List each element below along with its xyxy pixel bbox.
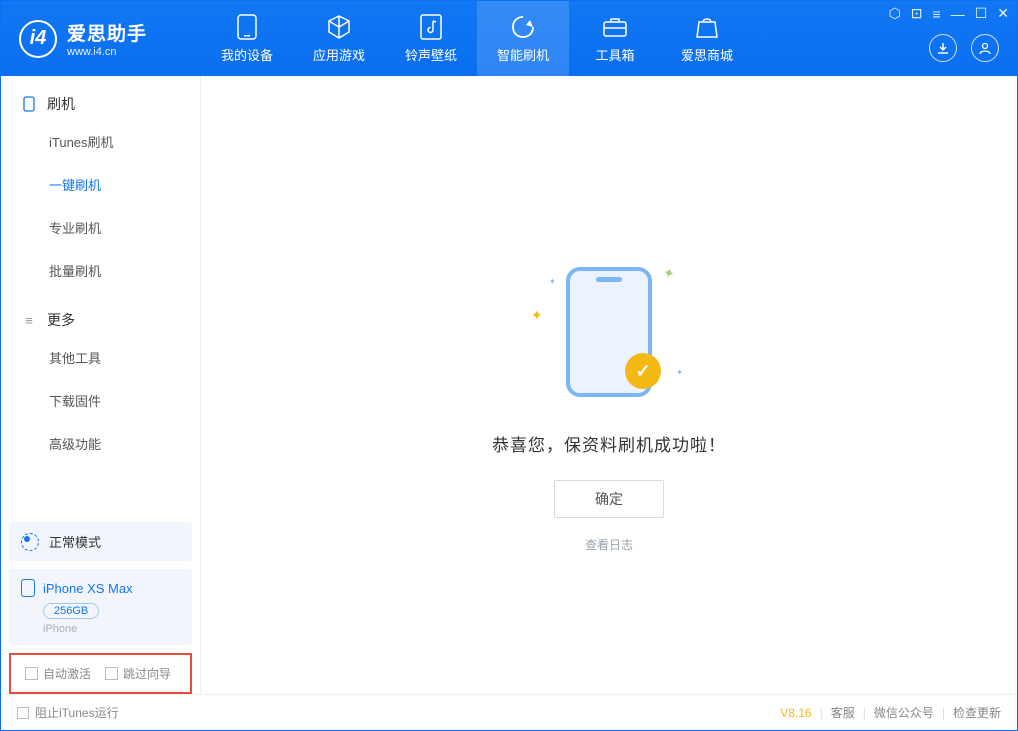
section-title: 更多 — [47, 310, 75, 330]
nav-label: 工具箱 — [595, 45, 634, 64]
lock-icon[interactable]: ⊡ — [911, 5, 923, 22]
device-name: iPhone XS Max — [43, 581, 133, 596]
sidebar-item-pro[interactable]: 专业刷机 — [1, 206, 200, 249]
spark-icon: ✦ — [531, 307, 543, 324]
footer: 阻止iTunes运行 V8.16 | 客服 | 微信公众号 | 检查更新 — [1, 694, 1017, 730]
toolbox-icon — [601, 13, 629, 41]
sidebar-section-more: ≡ 更多 其他工具 下载固件 高级功能 — [1, 292, 200, 465]
nav-my-device[interactable]: 我的设备 — [201, 1, 293, 76]
app-subtitle: www.i4.cn — [67, 46, 147, 58]
user-icon[interactable] — [971, 34, 999, 62]
close-icon[interactable]: ✕ — [997, 5, 1009, 22]
logo-icon: i4 — [19, 20, 57, 58]
maximize-icon[interactable]: ☐ — [975, 5, 988, 22]
footer-update-link[interactable]: 检查更新 — [953, 704, 1001, 721]
section-title: 刷机 — [47, 94, 75, 114]
spark-icon: ✦ — [676, 368, 683, 377]
nav-label: 我的设备 — [221, 45, 273, 64]
cube-icon — [325, 13, 353, 41]
mode-icon — [21, 533, 39, 551]
checkbox-icon — [25, 667, 38, 680]
nav-label: 应用游戏 — [313, 45, 365, 64]
sidebar-item-other[interactable]: 其他工具 — [1, 336, 200, 379]
minimize-icon[interactable]: — — [951, 6, 965, 22]
device-type: iPhone — [43, 623, 180, 635]
shirt-icon[interactable]: ⬡ — [889, 5, 901, 22]
menu-icon[interactable]: ≡ — [933, 6, 941, 22]
device-row[interactable]: iPhone XS Max 256GB iPhone — [9, 569, 192, 645]
download-icon[interactable] — [929, 34, 957, 62]
sidebar-section-flash: 刷机 iTunes刷机 一键刷机 专业刷机 批量刷机 — [1, 76, 200, 292]
nav-label: 铃声壁纸 — [405, 45, 457, 64]
checkbox-icon — [105, 667, 118, 680]
footer-right: V8.16 | 客服 | 微信公众号 | 检查更新 — [780, 704, 1001, 721]
separator: | — [820, 706, 823, 720]
nav-label: 爱思商城 — [681, 45, 733, 64]
nav-store[interactable]: 爱思商城 — [661, 1, 753, 76]
separator: | — [942, 706, 945, 720]
device-icon — [21, 579, 35, 597]
sidebar-item-advanced[interactable]: 高级功能 — [1, 422, 200, 465]
window-controls: ⬡ ⊡ ≡ — ☐ ✕ — [889, 5, 1009, 22]
check-auto-activate[interactable]: 自动激活 — [25, 665, 91, 682]
nav-label: 智能刷机 — [497, 45, 549, 64]
success-message: 恭喜您，保资料刷机成功啦！ — [492, 431, 726, 456]
header-right — [929, 34, 999, 62]
spark-icon: ✦ — [661, 264, 677, 283]
sidebar-item-firmware[interactable]: 下载固件 — [1, 379, 200, 422]
sidebar-bottom: 正常模式 iPhone XS Max 256GB iPhone 自动激活 跳过向… — [1, 522, 200, 694]
nav-toolbox[interactable]: 工具箱 — [569, 1, 661, 76]
nav-ringtones[interactable]: 铃声壁纸 — [385, 1, 477, 76]
body: 刷机 iTunes刷机 一键刷机 专业刷机 批量刷机 ≡ 更多 其他工具 下载固… — [1, 76, 1017, 694]
bag-icon — [693, 13, 721, 41]
device-capacity: 256GB — [43, 603, 99, 619]
music-file-icon — [417, 13, 445, 41]
mode-row[interactable]: 正常模式 — [9, 522, 192, 561]
checkbox-icon — [17, 707, 29, 719]
logo-area[interactable]: i4 爱思助手 www.i4.cn — [1, 19, 201, 58]
footer-service-link[interactable]: 客服 — [831, 704, 855, 721]
phone-icon — [233, 13, 261, 41]
version-label: V8.16 — [780, 706, 811, 720]
nav-tabs: 我的设备 应用游戏 铃声壁纸 智能刷机 工具箱 爱思商城 — [201, 1, 753, 76]
checkmark-badge-icon: ✓ — [625, 353, 661, 389]
main-panel: ✦ ✦ ✦ ✦ ✓ 恭喜您，保资料刷机成功啦！ 确定 查看日志 — [201, 76, 1017, 694]
view-log-link[interactable]: 查看日志 — [585, 536, 633, 553]
phone-small-icon — [21, 96, 37, 112]
nav-apps[interactable]: 应用游戏 — [293, 1, 385, 76]
sidebar-header-flash: 刷机 — [1, 94, 200, 120]
sidebar-checks: 自动激活 跳过向导 — [9, 653, 192, 694]
success-illustration: ✦ ✦ ✦ ✦ ✓ — [519, 257, 699, 407]
device-name-row: iPhone XS Max — [21, 579, 180, 597]
mode-label: 正常模式 — [49, 532, 101, 551]
ok-button[interactable]: 确定 — [554, 480, 664, 518]
header: i4 爱思助手 www.i4.cn 我的设备 应用游戏 铃声壁纸 智能刷机 工具… — [1, 1, 1017, 76]
footer-wechat-link[interactable]: 微信公众号 — [874, 704, 934, 721]
sidebar-item-batch[interactable]: 批量刷机 — [1, 249, 200, 292]
list-icon: ≡ — [21, 312, 37, 328]
sidebar-item-onekey[interactable]: 一键刷机 — [1, 163, 200, 206]
refresh-shield-icon — [509, 13, 537, 41]
app-title: 爱思助手 — [67, 19, 147, 46]
sidebar-item-itunes[interactable]: iTunes刷机 — [1, 120, 200, 163]
spark-icon: ✦ — [549, 277, 556, 286]
nav-flash[interactable]: 智能刷机 — [477, 1, 569, 76]
sidebar-header-more: ≡ 更多 — [1, 310, 200, 336]
check-skip-guide[interactable]: 跳过向导 — [105, 665, 171, 682]
logo-text: 爱思助手 www.i4.cn — [67, 19, 147, 58]
check-block-itunes[interactable]: 阻止iTunes运行 — [17, 704, 119, 721]
sidebar: 刷机 iTunes刷机 一键刷机 专业刷机 批量刷机 ≡ 更多 其他工具 下载固… — [1, 76, 201, 694]
separator: | — [863, 706, 866, 720]
